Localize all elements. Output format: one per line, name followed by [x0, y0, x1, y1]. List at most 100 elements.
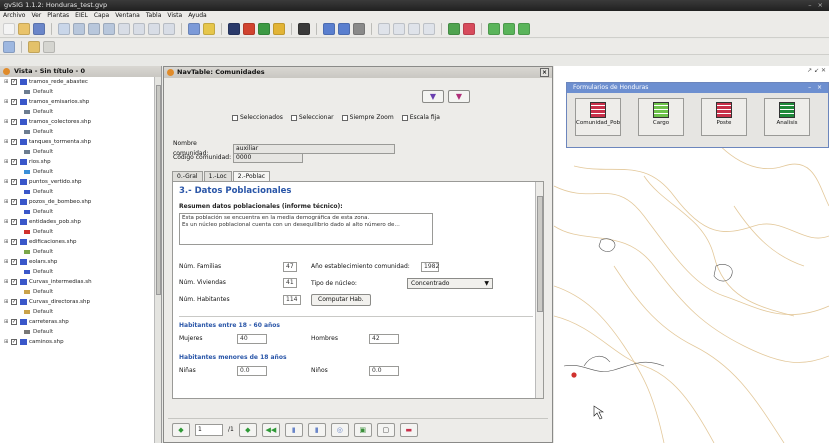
point-icon[interactable]: [228, 23, 240, 35]
form-green3-icon[interactable]: [518, 23, 530, 35]
layer-item[interactable]: ⊞ ✓ eolars.shp: [0, 257, 161, 267]
tree-toggle-icon[interactable]: ⊞: [4, 77, 9, 87]
measure-icon[interactable]: [163, 23, 175, 35]
tab-general[interactable]: 0.-Gral: [172, 171, 203, 181]
form-icon[interactable]: [448, 23, 460, 35]
form-button-poste[interactable]: Poste: [701, 98, 747, 136]
layer-icon[interactable]: [28, 40, 40, 53]
layer-item[interactable]: ⊞ ✓ entidades_pob.shp: [0, 217, 161, 227]
layer-item[interactable]: ⊞ ✓ puntos_vertido.shp: [0, 177, 161, 187]
tree-toggle-icon[interactable]: ⊞: [4, 297, 9, 307]
tree-toggle-icon[interactable]: ⊞: [4, 317, 9, 327]
layer-item[interactable]: ⊞ ✓ Curvas_directoras.shp: [0, 297, 161, 307]
record-number-input[interactable]: 1: [195, 423, 223, 436]
polygon-icon[interactable]: [258, 23, 270, 35]
scroll-thumb[interactable]: [156, 85, 161, 295]
layer-item[interactable]: ⊞ ✓ tramos_emisarios.shp: [0, 97, 161, 107]
viviendas-field[interactable]: 41: [283, 278, 297, 288]
menu-tabla[interactable]: Tabla: [146, 11, 162, 21]
panel-scrollbar[interactable]: [535, 182, 543, 398]
layer-checkbox[interactable]: ✓: [11, 139, 17, 145]
search-icon[interactable]: ◎: [330, 422, 349, 437]
menu-capa[interactable]: Capa: [94, 11, 109, 21]
layer-item[interactable]: ⊞ ✓ edificaciones.shp: [0, 237, 161, 247]
menu-vista[interactable]: Vista: [167, 11, 182, 21]
table-join-icon[interactable]: [338, 23, 350, 35]
copy-record-icon[interactable]: ▢: [376, 422, 395, 437]
menu-ver[interactable]: Ver: [31, 11, 41, 21]
zoom-select-icon[interactable]: [118, 23, 130, 35]
form-button-comunidad[interactable]: Comunidad_Pob: [575, 98, 621, 136]
edit-icon[interactable]: [298, 23, 310, 35]
hombres-field[interactable]: 42: [369, 334, 399, 344]
tree-toggle-icon[interactable]: ⊞: [4, 197, 9, 207]
tree-toggle-icon[interactable]: ⊞: [4, 257, 9, 267]
filter-remove-icon[interactable]: ▼: [448, 90, 470, 103]
export-icon[interactable]: [423, 23, 435, 35]
filter-icon[interactable]: ▼: [422, 90, 444, 103]
layer-checkbox[interactable]: ✓: [11, 339, 17, 345]
properties-icon[interactable]: [43, 40, 55, 53]
zoom-extent-icon[interactable]: [103, 23, 115, 35]
query-icon[interactable]: [393, 23, 405, 35]
select-record-icon[interactable]: ▮: [307, 422, 326, 437]
navtable-icon[interactable]: [3, 40, 15, 53]
layer-checkbox[interactable]: ✓: [11, 319, 17, 325]
entity-point[interactable]: [571, 372, 577, 378]
layer-item[interactable]: ⊞ ✓ carreteras.shp: [0, 317, 161, 327]
layer-item[interactable]: ⊞ ✓ Curvas_intermedias.sh: [0, 277, 161, 287]
form-button-cargo[interactable]: Cargo: [638, 98, 684, 136]
menu-plantas[interactable]: Plantas: [47, 11, 69, 21]
layer-checkbox[interactable]: ✓: [11, 279, 17, 285]
menu-archivo[interactable]: Archivo: [3, 11, 25, 21]
layer-checkbox[interactable]: ✓: [11, 159, 17, 165]
layer-item[interactable]: ⊞ ✓ caminos.shp: [0, 337, 161, 347]
familias-field[interactable]: 47: [283, 262, 297, 272]
tree-toggle-icon[interactable]: ⊞: [4, 277, 9, 287]
tree-toggle-icon[interactable]: ⊞: [4, 177, 9, 187]
anio-field[interactable]: 1982: [421, 262, 439, 272]
option-siempre-zoom[interactable]: Siempre Zoom: [341, 114, 394, 122]
save-record-icon[interactable]: ▣: [353, 422, 372, 437]
close-icon[interactable]: ×: [540, 68, 549, 77]
computar-button[interactable]: Computar Hab.: [311, 294, 371, 306]
layer-item[interactable]: ⊞ ✓ tramos_colectores.shp: [0, 117, 161, 127]
option-escala-fija[interactable]: Escala fija: [401, 114, 440, 122]
layer-checkbox[interactable]: ✓: [11, 299, 17, 305]
mujeres-field[interactable]: 40: [237, 334, 267, 344]
select-icon[interactable]: [188, 23, 200, 35]
layer-checkbox[interactable]: ✓: [11, 99, 17, 105]
resumen-textarea[interactable]: Esta población se encuentra en la media …: [179, 213, 433, 245]
form-green2-icon[interactable]: [503, 23, 515, 35]
tree-toggle-icon[interactable]: ⊞: [4, 157, 9, 167]
layer-checkbox[interactable]: ✓: [11, 199, 17, 205]
tab-poblacion[interactable]: 2.-Poblac: [232, 171, 271, 181]
layer-item[interactable]: ⊞ ✓ pozos_de_bombeo.shp: [0, 197, 161, 207]
tree-toggle-icon[interactable]: ⊞: [4, 337, 9, 347]
open-folder-icon[interactable]: [18, 23, 30, 35]
tree-toggle-icon[interactable]: ⊞: [4, 237, 9, 247]
delete-record-icon[interactable]: ▬: [399, 422, 418, 437]
zoom-next-icon[interactable]: [148, 23, 160, 35]
layer-item[interactable]: ⊞ ✓ tanques_tormenta.shp: [0, 137, 161, 147]
hand-pan-icon[interactable]: [58, 23, 70, 35]
formularios-controls[interactable]: – ×: [808, 83, 824, 93]
checkbox[interactable]: [341, 115, 348, 121]
new-file-icon[interactable]: [3, 23, 15, 35]
toc-scrollbar[interactable]: [154, 77, 161, 443]
layer-checkbox[interactable]: ✓: [11, 119, 17, 125]
zoom-prev-icon[interactable]: [133, 23, 145, 35]
previous-record-icon[interactable]: ◆: [238, 422, 257, 437]
checkbox[interactable]: [232, 115, 238, 121]
scroll-thumb[interactable]: [537, 196, 543, 312]
layer-item[interactable]: ⊞ ✓ tramos_rede_abastec: [0, 77, 161, 87]
info-icon[interactable]: [203, 23, 215, 35]
form-green-icon[interactable]: [488, 23, 500, 35]
zoom-in-icon[interactable]: [73, 23, 85, 35]
tree-toggle-icon[interactable]: ⊞: [4, 97, 9, 107]
layer-item[interactable]: ⊞ ✓ rios.shp: [0, 157, 161, 167]
ninas-field[interactable]: 0.0: [237, 366, 267, 376]
layer-checkbox[interactable]: ✓: [11, 239, 17, 245]
menu-ayuda[interactable]: Ayuda: [188, 11, 207, 21]
tree-toggle-icon[interactable]: ⊞: [4, 117, 9, 127]
